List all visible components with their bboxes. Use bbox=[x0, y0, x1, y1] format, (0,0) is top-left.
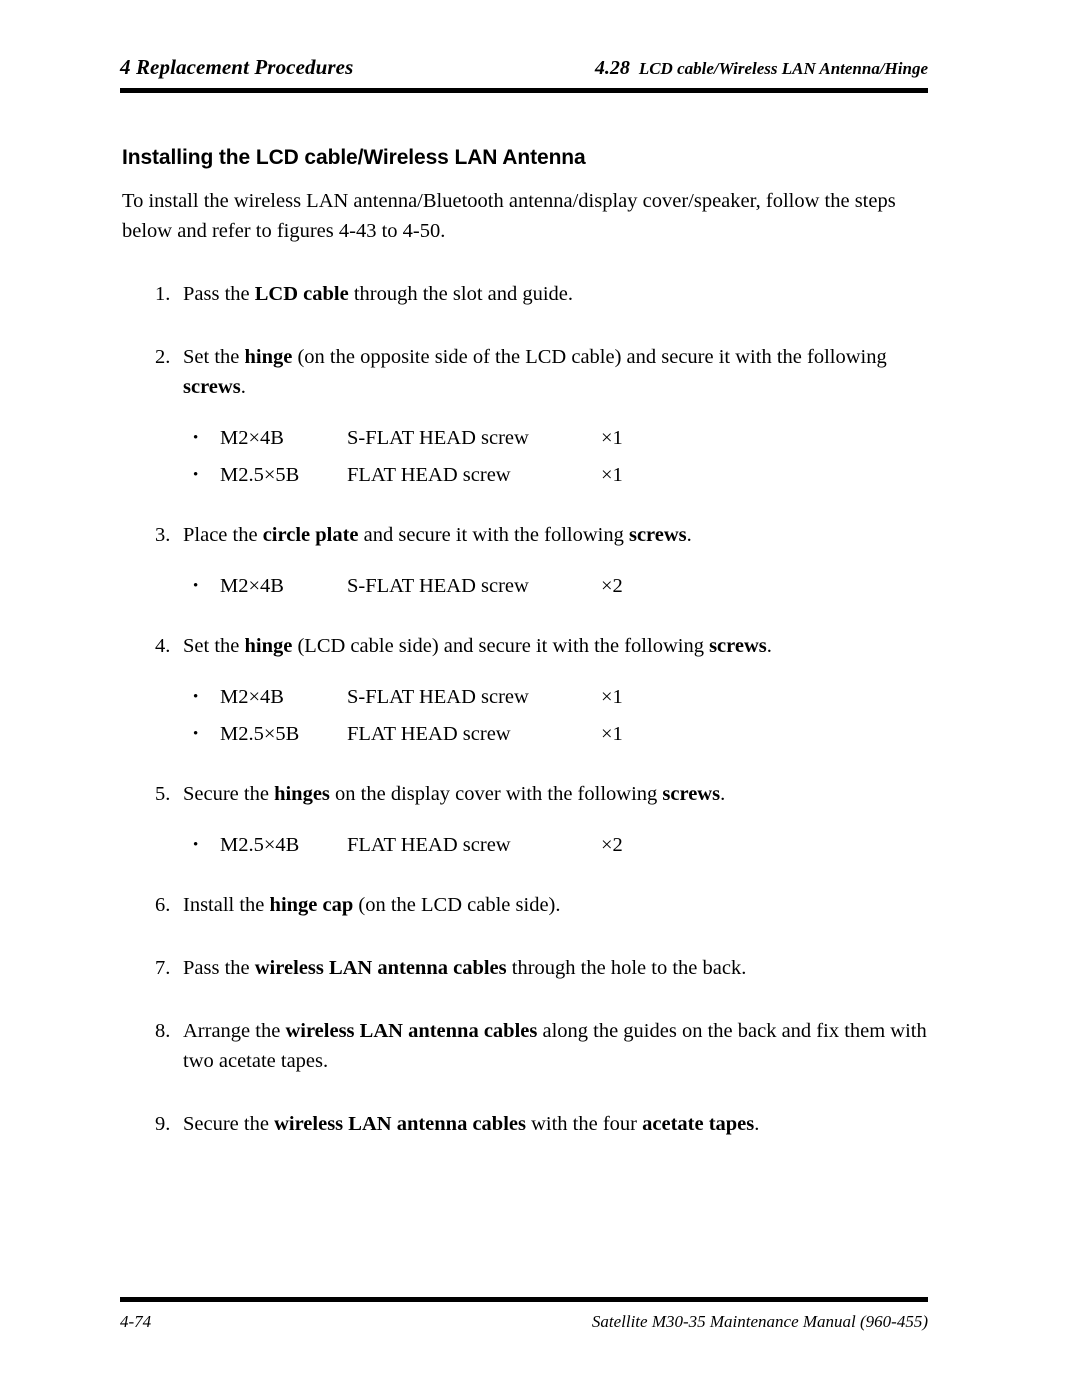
procedure-step: 6. Install the hinge cap (on the LCD cabl… bbox=[0, 890, 928, 920]
screw-type: FLAT HEAD screw bbox=[347, 723, 511, 745]
step-text: Secure the hinges on the display cover w… bbox=[183, 783, 726, 805]
procedure-step: 7. Pass the wireless LAN antenna cables t… bbox=[0, 953, 928, 983]
screw-size: M2.5×5B bbox=[220, 464, 300, 486]
screw-type: S-FLAT HEAD screw bbox=[347, 427, 529, 449]
header-section: 4.28 LCD cable/Wireless LAN Antenna/Hing… bbox=[595, 57, 928, 80]
screw-type: S-FLAT HEAD screw bbox=[347, 686, 529, 708]
bullet-icon: • bbox=[193, 726, 199, 742]
step-text: Install the hinge cap (on the LCD cable … bbox=[183, 894, 561, 916]
page-content: To install the wireless LAN antenna/Blue… bbox=[0, 186, 1080, 1139]
step-text: Place the circle plate and secure it wit… bbox=[183, 524, 692, 546]
screw-size: M2.5×5B bbox=[220, 723, 300, 745]
header-section-number: 4.28 bbox=[594, 57, 630, 79]
screw-spec-row: • M2×4B S-FLAT HEAD screw ×1 bbox=[0, 679, 1080, 716]
screw-spec-list: • M2×4B S-FLAT HEAD screw ×1 • M2.5×5B FLAT HE… bbox=[0, 420, 1080, 494]
screw-quantity: ×1 bbox=[601, 723, 623, 745]
screw-quantity: ×1 bbox=[601, 686, 623, 708]
step-number: 1. bbox=[155, 283, 171, 305]
procedure-step: 8. Arrange the wireless LAN antenna cable… bbox=[0, 1016, 928, 1076]
bullet-icon: • bbox=[193, 430, 199, 446]
screw-spec-row: • M2×4B S-FLAT HEAD screw ×1 bbox=[0, 420, 1080, 457]
step-text: Secure the wireless LAN antenna cables w… bbox=[183, 1113, 760, 1135]
screw-quantity: ×2 bbox=[601, 575, 623, 597]
screw-type: S-FLAT HEAD screw bbox=[347, 575, 529, 597]
document-page: 4 Replacement Procedures 4.28 LCD cable/… bbox=[0, 0, 1080, 1397]
bullet-icon: • bbox=[193, 689, 199, 705]
step-number: 7. bbox=[155, 957, 171, 979]
screw-spec-row: • M2.5×5B FLAT HEAD screw ×1 bbox=[0, 716, 1080, 753]
screw-spec-row: • M2.5×5B FLAT HEAD screw ×1 bbox=[0, 457, 1080, 494]
footer-divider-rule bbox=[120, 1297, 928, 1302]
screw-quantity: ×2 bbox=[601, 834, 623, 856]
screw-spec-row: • M2×4B S-FLAT HEAD screw ×2 bbox=[0, 568, 1080, 605]
procedure-steps-list: 1. Pass the LCD cable through the slot an… bbox=[0, 279, 1080, 1139]
footer-manual-title: Satellite M30-35 Maintenance Manual (960… bbox=[591, 1312, 928, 1331]
header-chapter-title: 4 Replacement Procedures bbox=[120, 55, 354, 79]
screw-quantity: ×1 bbox=[601, 464, 623, 486]
procedure-step: 9. Secure the wireless LAN antenna cables… bbox=[0, 1109, 928, 1139]
page-title: Installing the LCD cable/Wireless LAN An… bbox=[122, 146, 586, 170]
screw-spec-list: • M2.5×4B FLAT HEAD screw ×2 bbox=[0, 827, 1080, 864]
step-text: Pass the LCD cable through the slot and … bbox=[183, 283, 574, 305]
screw-quantity: ×1 bbox=[601, 427, 623, 449]
header-section-title: LCD cable/Wireless LAN Antenna/Hinge bbox=[638, 59, 928, 78]
step-text: Set the hinge (on the opposite side of t… bbox=[183, 346, 887, 398]
screw-size: M2×4B bbox=[220, 427, 284, 449]
procedure-step: 2. Set the hinge (on the opposite side of… bbox=[0, 342, 928, 402]
bullet-icon: • bbox=[193, 578, 199, 594]
step-number: 5. bbox=[155, 783, 171, 805]
intro-paragraph: To install the wireless LAN antenna/Blue… bbox=[122, 190, 896, 242]
step-number: 9. bbox=[155, 1113, 171, 1135]
step-text: Arrange the wireless LAN antenna cables … bbox=[183, 1020, 927, 1072]
screw-spec-list: • M2×4B S-FLAT HEAD screw ×1 • M2.5×5B FLAT HE… bbox=[0, 679, 1080, 753]
procedure-step: 3. Place the circle plate and secure it w… bbox=[0, 520, 928, 550]
bullet-icon: • bbox=[193, 467, 199, 483]
procedure-step: 5. Secure the hinges on the display cover… bbox=[0, 779, 928, 809]
footer-page-number: 4-74 bbox=[120, 1312, 152, 1331]
screw-type: FLAT HEAD screw bbox=[347, 834, 511, 856]
header-divider-rule bbox=[120, 88, 928, 93]
screw-size: M2×4B bbox=[220, 686, 284, 708]
step-number: 6. bbox=[155, 894, 171, 916]
screw-spec-row: • M2.5×4B FLAT HEAD screw ×2 bbox=[0, 827, 1080, 864]
procedure-step: 1. Pass the LCD cable through the slot an… bbox=[0, 279, 928, 309]
page-header: 4 Replacement Procedures 4.28 LCD cable/… bbox=[120, 55, 928, 80]
bullet-icon: • bbox=[193, 837, 199, 853]
procedure-step: 4. Set the hinge (LCD cable side) and sec… bbox=[0, 631, 928, 661]
screw-spec-list: • M2×4B S-FLAT HEAD screw ×2 bbox=[0, 568, 1080, 605]
step-number: 8. bbox=[155, 1020, 171, 1042]
step-text: Set the hinge (LCD cable side) and secur… bbox=[183, 635, 772, 657]
step-number: 3. bbox=[155, 524, 171, 546]
step-text: Pass the wireless LAN antenna cables thr… bbox=[183, 957, 747, 979]
screw-size: M2×4B bbox=[220, 575, 284, 597]
screw-type: FLAT HEAD screw bbox=[347, 464, 511, 486]
screw-size: M2.5×4B bbox=[220, 834, 300, 856]
step-number: 2. bbox=[155, 346, 171, 368]
page-footer: 4-74 Satellite M30-35 Maintenance Manual… bbox=[120, 1312, 928, 1332]
step-number: 4. bbox=[155, 635, 171, 657]
